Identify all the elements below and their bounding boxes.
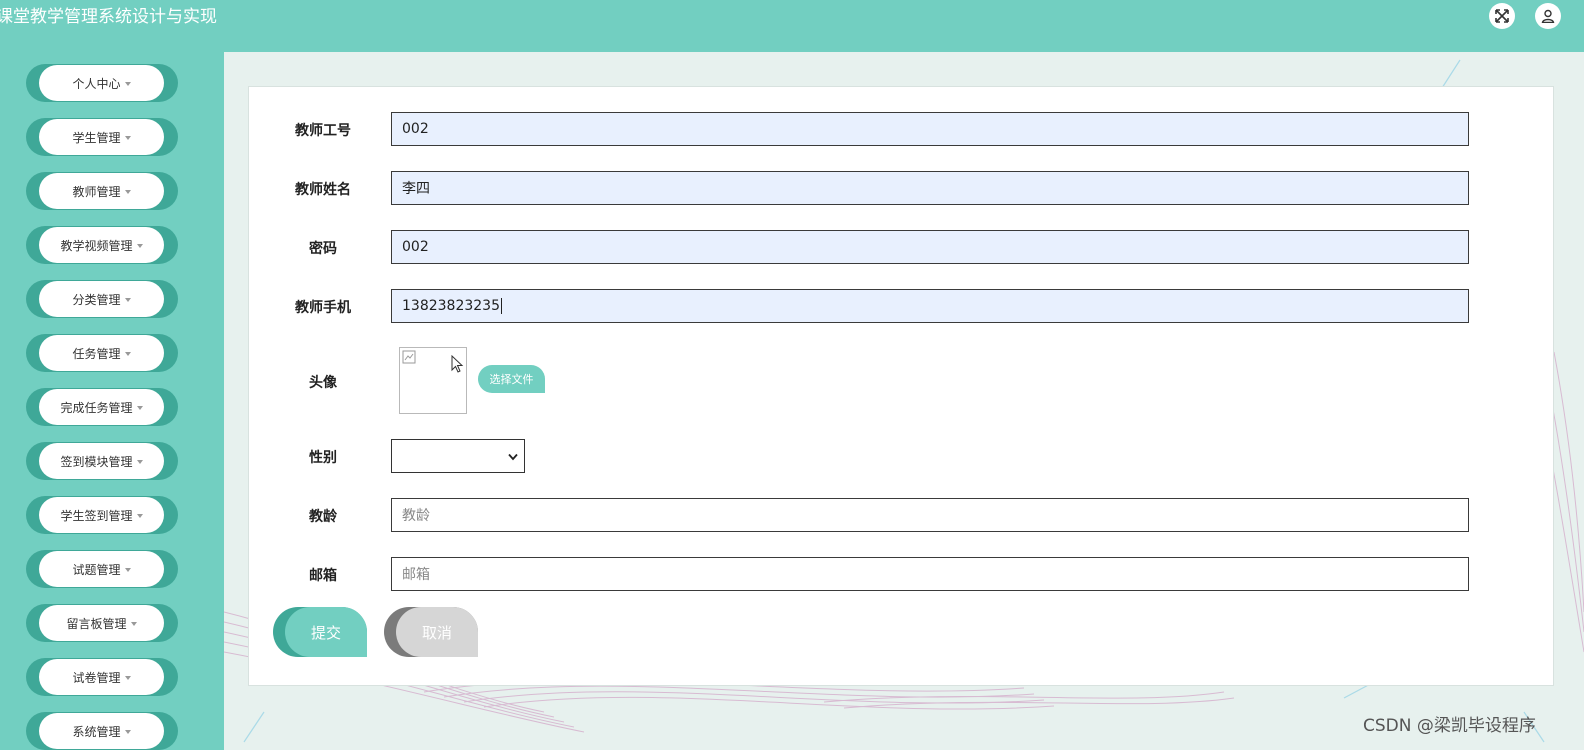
sidebar-item-checkin-module[interactable]: 签到模块管理	[26, 442, 178, 480]
sidebar-item-personal-center[interactable]: 个人中心	[26, 64, 178, 102]
sidebar-item-label: 教学视频管理	[60, 238, 133, 253]
teacher-name-value: 李四	[402, 181, 430, 197]
gender-label: 性别	[309, 450, 337, 466]
broken-image-icon	[402, 350, 416, 364]
teaching-years-input[interactable]: 教龄	[391, 498, 1469, 532]
teacher-id-input[interactable]: 002	[391, 112, 1469, 146]
sidebar-item-label: 签到模块管理	[60, 454, 133, 469]
sidebar-item-student-checkin[interactable]: 学生签到管理	[26, 496, 178, 534]
caret-down-icon	[130, 622, 137, 626]
sidebar-item-label: 留言板管理	[66, 616, 127, 631]
email-label: 邮箱	[309, 568, 337, 584]
caret-down-icon	[124, 676, 131, 680]
caret-down-icon	[136, 514, 143, 518]
caret-down-icon	[124, 730, 131, 734]
sidebar-item-label: 分类管理	[72, 292, 121, 307]
phone-value: 13823823235	[402, 298, 500, 314]
phone-label: 教师手机	[295, 300, 351, 316]
teacher-id-label: 教师工号	[295, 123, 351, 139]
sidebar-item-teachers[interactable]: 教师管理	[26, 172, 178, 210]
sidebar-item-completed-tasks[interactable]: 完成任务管理	[26, 388, 178, 426]
sidebar-item-label: 试卷管理	[72, 670, 121, 685]
caret-down-icon	[136, 460, 143, 464]
chevron-down-icon	[508, 453, 518, 461]
caret-down-icon	[124, 298, 131, 302]
teacher-name-label: 教师姓名	[295, 182, 351, 198]
top-bar: 课堂教学管理系统设计与实现	[0, 0, 1584, 52]
gender-select[interactable]	[391, 439, 525, 473]
avatar-label: 头像	[309, 375, 337, 391]
app-title: 课堂教学管理系统设计与实现	[0, 7, 217, 27]
email-input[interactable]: 邮箱	[391, 557, 1469, 591]
sidebar-item-questions[interactable]: 试题管理	[26, 550, 178, 588]
expand-icon[interactable]	[1489, 3, 1515, 29]
teaching-years-label: 教龄	[309, 509, 337, 525]
user-icon[interactable]	[1535, 3, 1561, 29]
sidebar-item-label: 完成任务管理	[60, 400, 133, 415]
sidebar-item-label: 教师管理	[72, 184, 121, 199]
sidebar-item-label: 学生管理	[72, 130, 121, 145]
caret-down-icon	[136, 244, 143, 248]
sidebar-item-categories[interactable]: 分类管理	[26, 280, 178, 318]
teacher-id-value: 002	[402, 121, 429, 137]
caret-down-icon	[136, 406, 143, 410]
cancel-button-label: 取消	[396, 607, 478, 657]
sidebar-item-system[interactable]: 系统管理	[26, 712, 178, 750]
sidebar-item-label: 试题管理	[72, 562, 121, 577]
watermark: CSDN @梁凯毕设程序	[1363, 716, 1536, 736]
password-label: 密码	[309, 241, 337, 257]
sidebar-item-label: 系统管理	[72, 724, 121, 739]
caret-down-icon	[124, 136, 131, 140]
caret-down-icon	[124, 352, 131, 356]
sidebar-item-label: 个人中心	[72, 76, 121, 91]
sidebar-item-students[interactable]: 学生管理	[26, 118, 178, 156]
cancel-button[interactable]: 取消	[384, 607, 478, 657]
caret-down-icon	[124, 190, 131, 194]
teaching-years-placeholder: 教龄	[402, 508, 430, 524]
choose-file-button[interactable]: 选择文件	[478, 365, 545, 393]
password-input[interactable]: 002	[391, 230, 1469, 264]
email-placeholder: 邮箱	[402, 567, 430, 583]
teacher-name-input[interactable]: 李四	[391, 171, 1469, 205]
caret-down-icon	[124, 568, 131, 572]
caret-down-icon	[124, 82, 131, 86]
sidebar-item-message-board[interactable]: 留言板管理	[26, 604, 178, 642]
text-cursor	[500, 298, 502, 314]
sidebar-item-label: 学生签到管理	[60, 508, 133, 523]
mouse-pointer-icon	[451, 355, 464, 373]
password-value: 002	[402, 239, 429, 255]
sidebar-item-exam-papers[interactable]: 试卷管理	[26, 658, 178, 696]
submit-button-label: 提交	[285, 607, 367, 657]
sidebar-item-tasks[interactable]: 任务管理	[26, 334, 178, 372]
phone-input[interactable]: 13823823235	[391, 289, 1469, 323]
submit-button[interactable]: 提交	[273, 607, 367, 657]
sidebar-item-videos[interactable]: 教学视频管理	[26, 226, 178, 264]
sidebar: 个人中心 学生管理 教师管理 教学视频管理 分类管理 任务管理 完成任务管理 签…	[0, 52, 224, 750]
sidebar-item-label: 任务管理	[72, 346, 121, 361]
